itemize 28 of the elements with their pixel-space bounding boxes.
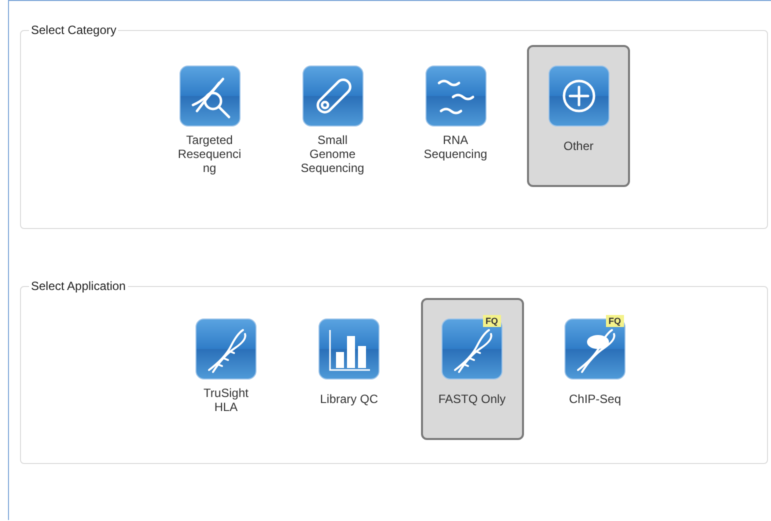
- option-tile[interactable]: TruSight HLA: [174, 298, 278, 440]
- option-tile[interactable]: Targeted Resequencing: [158, 45, 261, 187]
- option-label: Library QC: [318, 392, 379, 406]
- option-tile[interactable]: Other: [527, 45, 630, 187]
- group-title: Select Category: [30, 23, 118, 37]
- option-tile[interactable]: RNA Sequencing: [404, 45, 507, 187]
- plus-icon: [548, 65, 610, 127]
- waves-icon: [424, 65, 486, 127]
- option-tile[interactable]: Library QC: [298, 298, 400, 440]
- option-tile[interactable]: FQ FASTQ Only: [420, 298, 524, 440]
- file-badge: FQ: [482, 315, 501, 327]
- option-label: RNA Sequencing: [422, 133, 488, 161]
- dna-icon: [441, 318, 503, 380]
- option-label: Small Genome Sequencing: [300, 133, 366, 175]
- option-tile[interactable]: Small Genome Sequencing: [281, 45, 384, 187]
- file-badge: FQ: [606, 315, 624, 327]
- dna-cloud-icon: [564, 318, 626, 380]
- option-label: FASTQ Only: [437, 392, 507, 406]
- dna-icon: [195, 318, 257, 380]
- group-title: Select Application: [30, 279, 127, 293]
- option-label: TruSight HLA: [202, 386, 250, 414]
- option-label: ChIP-Seq: [568, 392, 622, 406]
- option-tile[interactable]: FQ ChIP-Seq: [544, 298, 646, 440]
- dna-magnifier-icon: [178, 65, 240, 127]
- option-label: Other: [562, 139, 594, 153]
- bar-chart-icon: [318, 318, 380, 380]
- capsule-icon: [302, 65, 364, 127]
- option-label: Targeted Resequencing: [176, 133, 242, 175]
